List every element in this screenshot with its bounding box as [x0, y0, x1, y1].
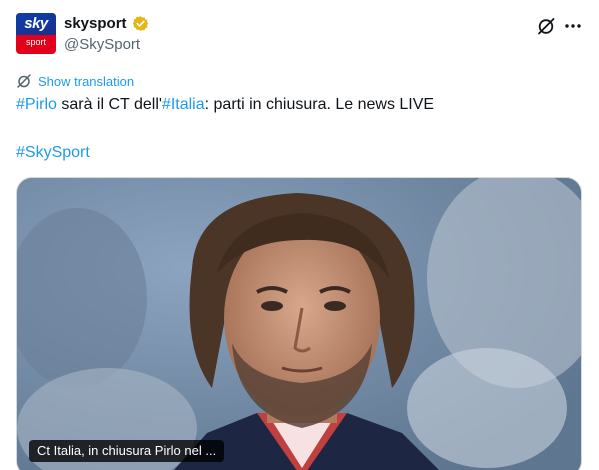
display-name[interactable]: skysport [64, 15, 127, 32]
media-caption: Ct Italia, in chiusura Pirlo nel ... [29, 440, 225, 462]
hashtag-italia[interactable]: #Italia [162, 96, 205, 113]
media-card[interactable]: Ct Italia, in chiusura Pirlo nel ... [16, 177, 582, 470]
more-icon[interactable] [563, 16, 583, 36]
avatar[interactable]: sky sport [16, 13, 56, 54]
avatar-sky-text: sky [24, 15, 48, 32]
verified-badge-icon [132, 16, 148, 31]
avatar-sport-text: sport [25, 37, 46, 47]
hashtag-skysport[interactable]: #SkySport [16, 144, 90, 161]
grok-icon[interactable] [536, 16, 556, 36]
account-handle[interactable]: @SkySport [64, 36, 140, 53]
author-name-row[interactable]: skysport [64, 15, 149, 32]
show-translation-link[interactable]: Show translation [16, 73, 134, 89]
photo-portrait [17, 178, 581, 470]
tweet-text: #Pirlo sarà il CT dell'#Italia: parti in… [16, 94, 434, 116]
show-translation-label[interactable]: Show translation [38, 74, 134, 89]
tweet-text-part-2: : parti in chiusura. Le news LIVE [204, 96, 435, 113]
tweet-text-part-1: sarà il CT dell' [56, 96, 162, 113]
hashtag-pirlo[interactable]: #Pirlo [16, 96, 57, 113]
tweet-hashtag-line: #SkySport [16, 142, 90, 164]
translate-icon [17, 74, 31, 88]
